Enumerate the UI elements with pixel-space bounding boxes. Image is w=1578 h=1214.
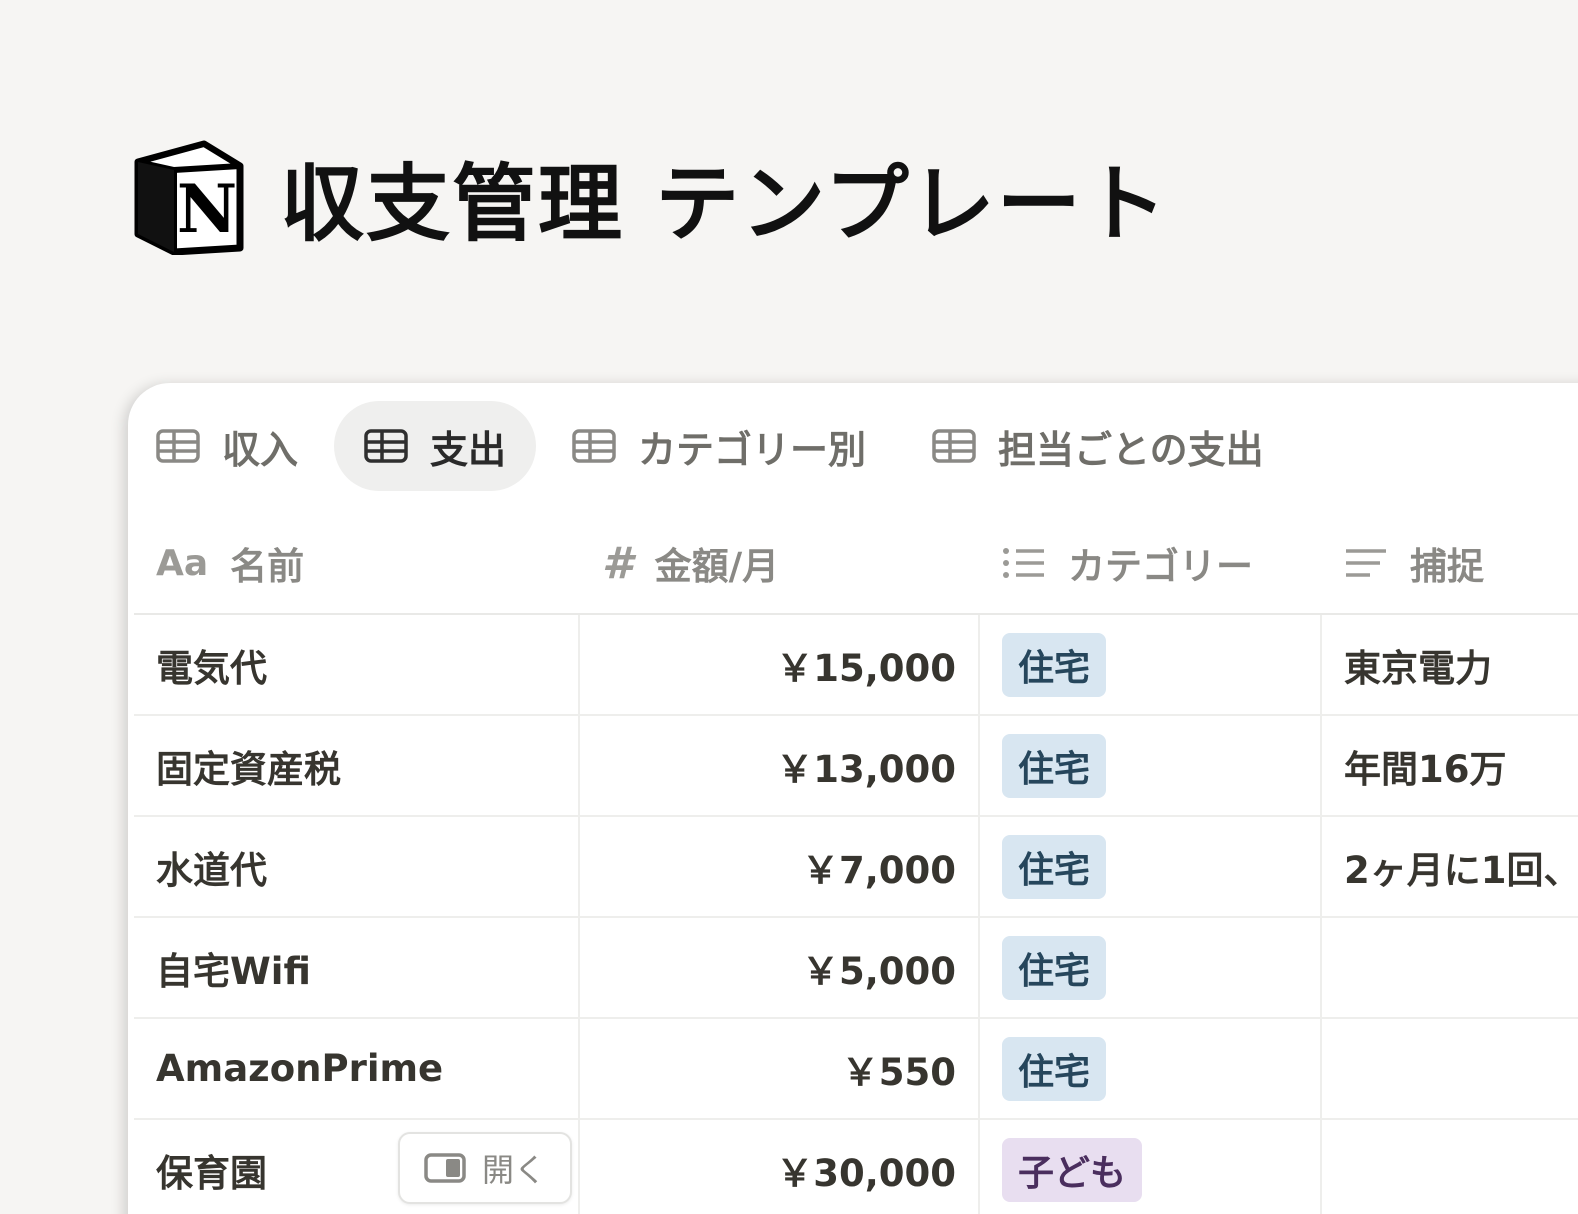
amount-cell[interactable]: ￥550 [580,1019,980,1118]
column-label: 名前 [230,545,305,588]
category-tag: 住宅 [1002,834,1107,899]
open-button-label: 開く [482,1151,547,1189]
category-tag: 住宅 [1002,632,1107,697]
svg-text:N: N [177,170,237,248]
category-tag: 住宅 [1002,935,1107,1000]
table-row[interactable]: 保育園 開く ￥30,000 子ども [134,1120,1578,1214]
database-table: Aa 名前 # 金額/月 カテゴリー 捕捉 電気代 ￥15,000 住宅 東京電… [134,513,1578,1214]
tab-label: 担当ごとの支出 [998,427,1264,472]
note-cell[interactable] [1322,918,1578,1017]
text-property-icon: Aa [156,542,209,584]
column-label: 金額/月 [654,545,780,588]
category-cell[interactable]: 住宅 [980,615,1322,714]
name-text: 保育園 [156,1151,267,1195]
column-label: 捕捉 [1410,545,1484,588]
column-header-note[interactable]: 捕捉 [1322,513,1578,613]
table-row[interactable]: 固定資産税 ￥13,000 住宅 年間16万 [134,716,1578,817]
tab-expense[interactable]: 支出 [334,401,537,491]
number-property-icon: # [602,537,633,589]
note-cell[interactable]: 東京電力 [1322,615,1578,714]
table-header: Aa 名前 # 金額/月 カテゴリー 捕捉 [134,513,1578,615]
table-icon [364,429,408,463]
tab-label: 収入 [222,427,299,472]
tab-income[interactable]: 収入 [148,401,328,491]
tab-by-owner[interactable]: 担当ごとの支出 [902,401,1294,491]
name-cell[interactable]: 固定資産税 [134,716,580,815]
amount-cell[interactable]: ￥15,000 [580,615,980,714]
category-tag: 住宅 [1002,733,1107,798]
category-cell[interactable]: 住宅 [980,817,1322,916]
text-lines-icon [1346,549,1386,577]
category-cell[interactable]: 住宅 [980,716,1322,815]
list-icon [1003,548,1044,578]
table-row[interactable]: 自宅Wifi ￥5,000 住宅 [134,918,1578,1019]
page-header: N 収支管理 テンプレート [134,140,1169,255]
note-cell[interactable] [1322,1120,1578,1214]
category-cell[interactable]: 住宅 [980,1019,1322,1118]
amount-cell[interactable]: ￥7,000 [580,817,980,916]
name-cell[interactable]: AmazonPrime [134,1019,580,1118]
name-cell[interactable]: 電気代 [134,615,580,714]
table-icon [572,429,616,463]
category-tag: 住宅 [1002,1036,1107,1101]
category-cell[interactable]: 子ども [980,1120,1322,1214]
notion-logo-icon: N [134,140,244,255]
table-row[interactable]: AmazonPrime ￥550 住宅 [134,1019,1578,1120]
database-panel: 収入 支出 カテゴリー別 担当ごとの支出 Aa 名前 # 金額/月 カテゴリー … [128,383,1578,1214]
amount-cell[interactable]: ￥5,000 [580,918,980,1017]
name-cell[interactable]: 水道代 [134,817,580,916]
table-icon [156,429,200,463]
table-icon [932,429,976,463]
note-cell[interactable] [1322,1019,1578,1118]
category-cell[interactable]: 住宅 [980,918,1322,1017]
amount-cell[interactable]: ￥30,000 [580,1120,980,1214]
view-tabs: 収入 支出 カテゴリー別 担当ごとの支出 [148,401,1300,491]
tab-by-category[interactable]: カテゴリー別 [542,401,896,491]
column-header-category[interactable]: カテゴリー [980,513,1322,613]
column-label: カテゴリー [1068,545,1253,588]
side-peek-icon [424,1153,466,1183]
tab-label: カテゴリー別 [638,427,867,472]
amount-cell[interactable]: ￥13,000 [580,716,980,815]
column-header-amount[interactable]: # 金額/月 [580,513,980,613]
tab-label: 支出 [430,427,507,472]
note-cell[interactable]: 2ヶ月に1回、 [1322,817,1578,916]
name-cell[interactable]: 保育園 開く [134,1120,580,1214]
page-title: 収支管理 テンプレート [280,155,1169,253]
name-cell[interactable]: 自宅Wifi [134,918,580,1017]
open-page-button[interactable]: 開く [398,1132,573,1204]
column-header-name[interactable]: Aa 名前 [134,513,580,613]
note-cell[interactable]: 年間16万 [1322,716,1578,815]
table-row[interactable]: 水道代 ￥7,000 住宅 2ヶ月に1回、 [134,817,1578,918]
category-tag: 子ども [1002,1137,1143,1202]
table-row[interactable]: 電気代 ￥15,000 住宅 東京電力 [134,615,1578,716]
